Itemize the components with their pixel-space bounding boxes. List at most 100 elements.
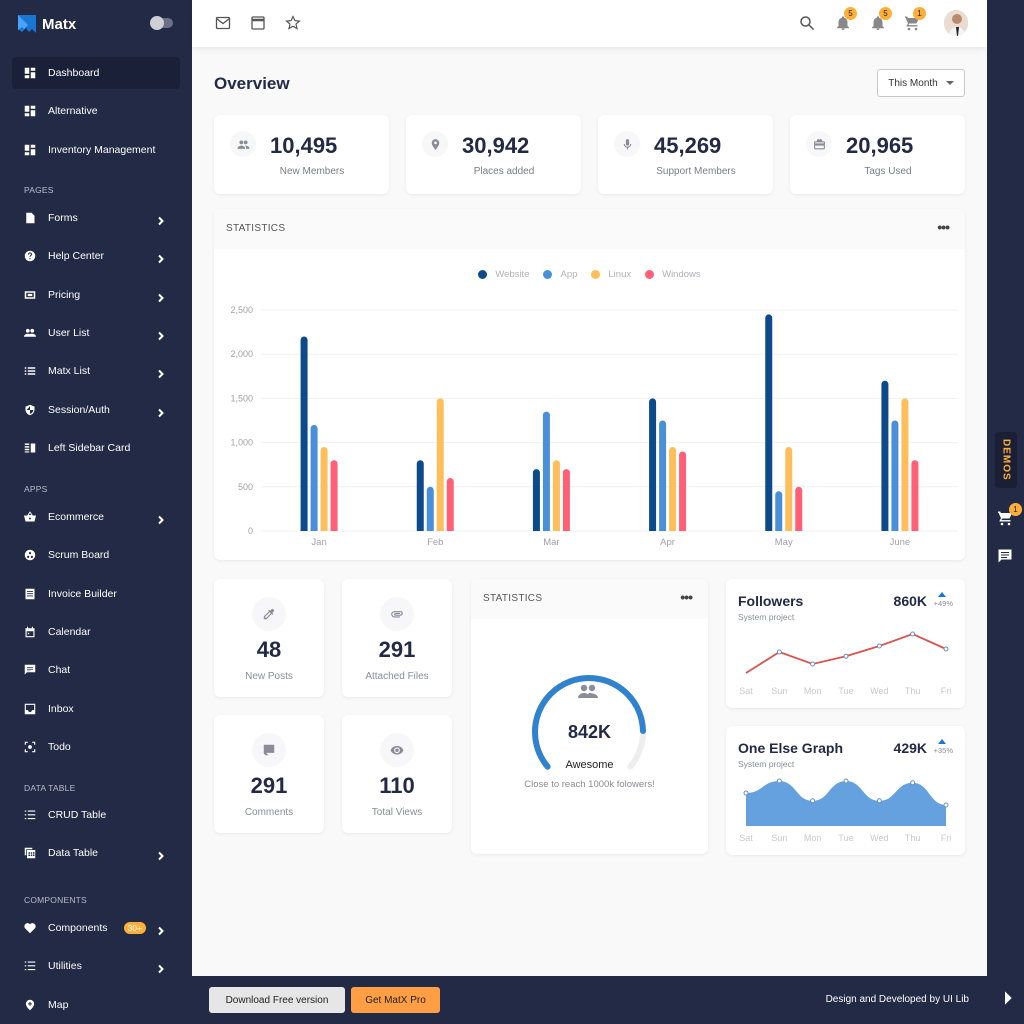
user-avatar[interactable] [944, 10, 968, 36]
stat-value: 30,942 [462, 133, 529, 159]
data-point[interactable] [911, 632, 915, 636]
line-series [746, 634, 946, 673]
notification-button-1[interactable]: 5 [835, 15, 851, 31]
bar-windows-feb[interactable] [447, 478, 454, 531]
bar-app-feb[interactable] [427, 487, 434, 531]
data-point[interactable] [944, 647, 948, 651]
list-icon [24, 365, 36, 377]
sidebar-item-scrum-board[interactable]: Scrum Board [12, 539, 180, 571]
brand[interactable]: Matx [18, 14, 76, 34]
mail-icon[interactable] [215, 15, 231, 31]
data-point[interactable] [744, 791, 748, 795]
sidebar-item-chat[interactable]: Chat [12, 654, 180, 686]
favorite-icon [24, 922, 36, 934]
download-free-button[interactable]: Download Free version [209, 987, 345, 1013]
bar-app-mar[interactable] [543, 412, 550, 531]
sidebar-item-todo[interactable]: Todo [12, 731, 180, 763]
sidebar-item-inbox[interactable]: Inbox [12, 693, 180, 725]
sidebar-item-session-auth[interactable]: Session/Auth [12, 394, 180, 426]
get-pro-button[interactable]: Get MatX Pro [351, 987, 440, 1013]
bar-linux-may[interactable] [785, 447, 792, 531]
data-point[interactable] [811, 662, 815, 666]
data-point[interactable] [811, 799, 815, 803]
bar-windows-mar[interactable] [563, 469, 570, 531]
rail-cart-button[interactable]: 1 [997, 510, 1013, 526]
demos-button[interactable]: DEMOS [995, 432, 1017, 488]
one-else-graph-card: One Else Graph System project 429K +35% … [726, 726, 965, 855]
sidebar-item-map[interactable]: Map [12, 989, 180, 1021]
notification-button-2[interactable]: 5 [870, 15, 886, 31]
sidebar-item-label: Ecommerce [48, 511, 156, 523]
x-tick-label: May [775, 537, 793, 548]
sidebar-mode-toggle[interactable] [151, 18, 173, 28]
bar-linux-mar[interactable] [553, 460, 560, 531]
stat-value: 20,965 [846, 133, 913, 159]
search-icon[interactable] [799, 15, 815, 31]
data-point[interactable] [944, 803, 948, 807]
bar-windows-apr[interactable] [679, 451, 686, 531]
stat-card-tags-used: 20,965 Tags Used [790, 115, 965, 194]
sidebar-item-utilities[interactable]: Utilities [12, 950, 180, 982]
sidebar-item-help-center[interactable]: Help Center [12, 240, 180, 272]
sidebar-item-forms[interactable]: Forms [12, 202, 180, 234]
data-point[interactable] [777, 779, 781, 783]
data-point[interactable] [911, 781, 915, 785]
bar-website-mar[interactable] [533, 469, 540, 531]
bar-app-june[interactable] [891, 421, 898, 532]
table-icon [24, 847, 36, 859]
sidebar-item-matx-list[interactable]: Matx List [12, 355, 180, 387]
data-point[interactable] [777, 650, 781, 654]
sidebar-item-pricing[interactable]: Pricing [12, 279, 180, 311]
main-content: 5 5 1 Overview This Month 10,495 New Mem… [192, 0, 987, 976]
sidebar-item-user-list[interactable]: User List [12, 317, 180, 349]
sidebar-item-inventory-management[interactable]: Inventory Management [12, 134, 180, 166]
bar-website-jan[interactable] [301, 337, 308, 531]
data-point[interactable] [877, 644, 881, 648]
bar-linux-feb[interactable] [437, 398, 444, 531]
sidebar-item-dashboard[interactable]: Dashboard [12, 57, 180, 89]
bar-app-apr[interactable] [659, 421, 666, 532]
bar-linux-apr[interactable] [669, 447, 676, 531]
period-select[interactable]: This Month [877, 69, 965, 97]
bar-website-feb[interactable] [417, 460, 424, 531]
sidebar-item-components[interactable]: Components30+ [12, 912, 180, 944]
data-point[interactable] [844, 654, 848, 658]
bar-website-may[interactable] [765, 314, 772, 531]
mic-icon [614, 131, 640, 157]
bar-website-june[interactable] [881, 381, 888, 531]
topbar: 5 5 1 [192, 0, 987, 47]
sidebar-item-label: Chat [48, 664, 180, 676]
star-icon[interactable] [285, 15, 301, 31]
rail-chat-button[interactable] [997, 548, 1013, 564]
small-card-value: 48 [214, 637, 324, 663]
sidebar-item-crud-table[interactable]: CRUD Table [12, 799, 180, 831]
stat-value: 10,495 [270, 133, 337, 159]
sidebar-item-invoice-builder[interactable]: Invoice Builder [12, 578, 180, 610]
data-point[interactable] [844, 779, 848, 783]
bar-windows-jan[interactable] [331, 460, 338, 531]
more-options-icon[interactable]: ••• [680, 589, 692, 605]
x-tick-label: Jan [311, 537, 326, 548]
bar-linux-june[interactable] [901, 398, 908, 531]
sidebar-item-calendar[interactable]: Calendar [12, 616, 180, 648]
web-asset-icon[interactable] [250, 15, 266, 31]
data-point[interactable] [877, 799, 881, 803]
bar-linux-jan[interactable] [321, 447, 328, 531]
attachment-icon [380, 597, 414, 631]
bar-windows-may[interactable] [795, 487, 802, 531]
sidebar-item-left-sidebar-card[interactable]: Left Sidebar Card [12, 432, 180, 464]
sidebar-item-ecommerce[interactable]: Ecommerce [12, 501, 180, 533]
sidebar-item-label: Pricing [48, 289, 156, 301]
bar-app-may[interactable] [775, 491, 782, 531]
small-card-attached-files: 291 Attached Files [342, 579, 452, 697]
sidebar-item-alternative[interactable]: Alternative [12, 95, 180, 127]
card-header: STATISTICS ••• [471, 579, 708, 619]
sidebar-item-data-table[interactable]: Data Table [12, 837, 180, 869]
cart-button[interactable]: 1 [904, 15, 920, 31]
expand-arrow-icon[interactable] [1001, 990, 1009, 1002]
bar-windows-june[interactable] [911, 460, 918, 531]
x-tick-label: Tue [838, 686, 853, 696]
bar-app-jan[interactable] [311, 425, 318, 531]
money-icon [24, 289, 36, 301]
bar-website-apr[interactable] [649, 398, 656, 531]
